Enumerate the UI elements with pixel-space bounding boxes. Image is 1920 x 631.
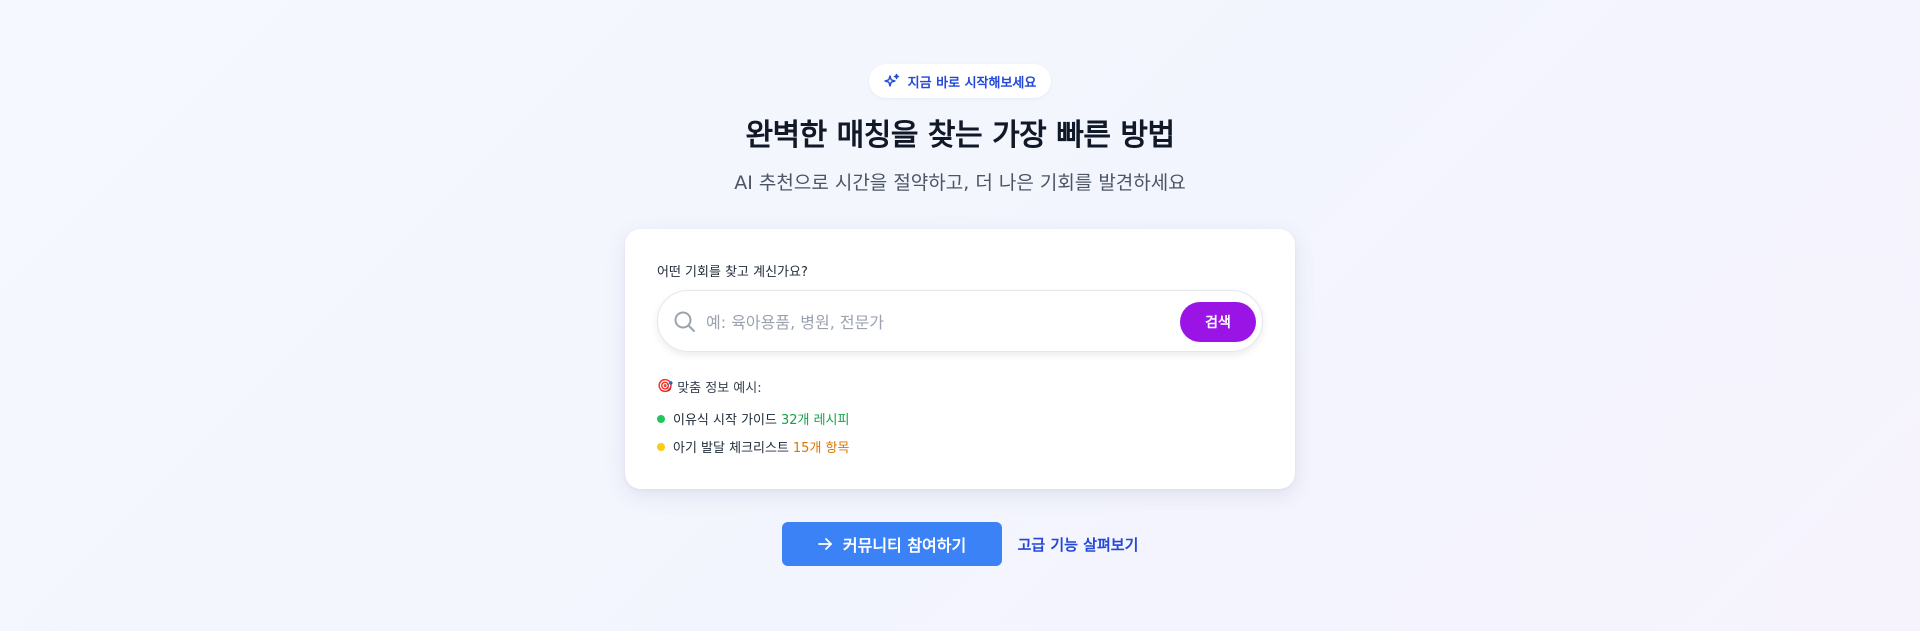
search-card: 어떤 기회를 찾고 계신가요? 검색 🎯 맞춤 정보 예시: 이유식 시작 가이…	[625, 229, 1295, 489]
examples-title: 🎯 맞춤 정보 예시:	[657, 377, 762, 396]
example-count: 32개 레시피	[780, 413, 850, 428]
green-dot-icon	[657, 414, 665, 423]
search-button[interactable]: 검색	[1180, 302, 1256, 342]
badge-text: 지금 바로 시작해보세요	[907, 75, 1037, 91]
hero-section: 지금 바로 시작해보세요 완벽한 매칭을 찾는 가장 빠른 방법 AI 추천으로…	[0, 0, 1920, 196]
advanced-features-link[interactable]: 고급 기능 살펴보기	[1018, 534, 1139, 555]
example-item: 아기 발달 체크리스트 15개 항목	[657, 437, 849, 456]
target-icon: 🎯	[657, 379, 674, 394]
search-input[interactable]	[706, 305, 1146, 339]
yellow-dot-icon	[657, 442, 665, 451]
example-item: 이유식 시작 가이드 32개 레시피	[657, 409, 849, 428]
join-community-button[interactable]: 커뮤니티 참여하기	[781, 522, 1002, 566]
example-count: 15개 항목	[792, 441, 850, 456]
search-box: 검색	[657, 290, 1263, 352]
search-card-label: 어떤 기회를 찾고 계신가요?	[657, 265, 808, 280]
action-row: 커뮤니티 참여하기 고급 기능 살펴보기	[0, 522, 1920, 566]
example-text: 이유식 시작 가이드	[673, 413, 777, 428]
example-text: 아기 발달 체크리스트	[673, 441, 789, 456]
start-now-badge: 지금 바로 시작해보세요	[868, 64, 1052, 98]
page-title: 완벽한 매칭을 찾는 가장 빠른 방법	[745, 118, 1175, 153]
arrow-right-icon	[817, 536, 833, 552]
sparkles-icon	[883, 73, 900, 89]
page-subtitle: AI 추천으로 시간을 절약하고, 더 나은 기회를 발견하세요	[734, 172, 1186, 194]
page: 지금 바로 시작해보세요 완벽한 매칭을 찾는 가장 빠른 방법 AI 추천으로…	[0, 0, 1920, 631]
search-icon	[672, 309, 698, 335]
join-community-label: 커뮤니티 참여하기	[842, 536, 967, 555]
examples-title-text: 맞춤 정보 예시:	[677, 381, 762, 396]
